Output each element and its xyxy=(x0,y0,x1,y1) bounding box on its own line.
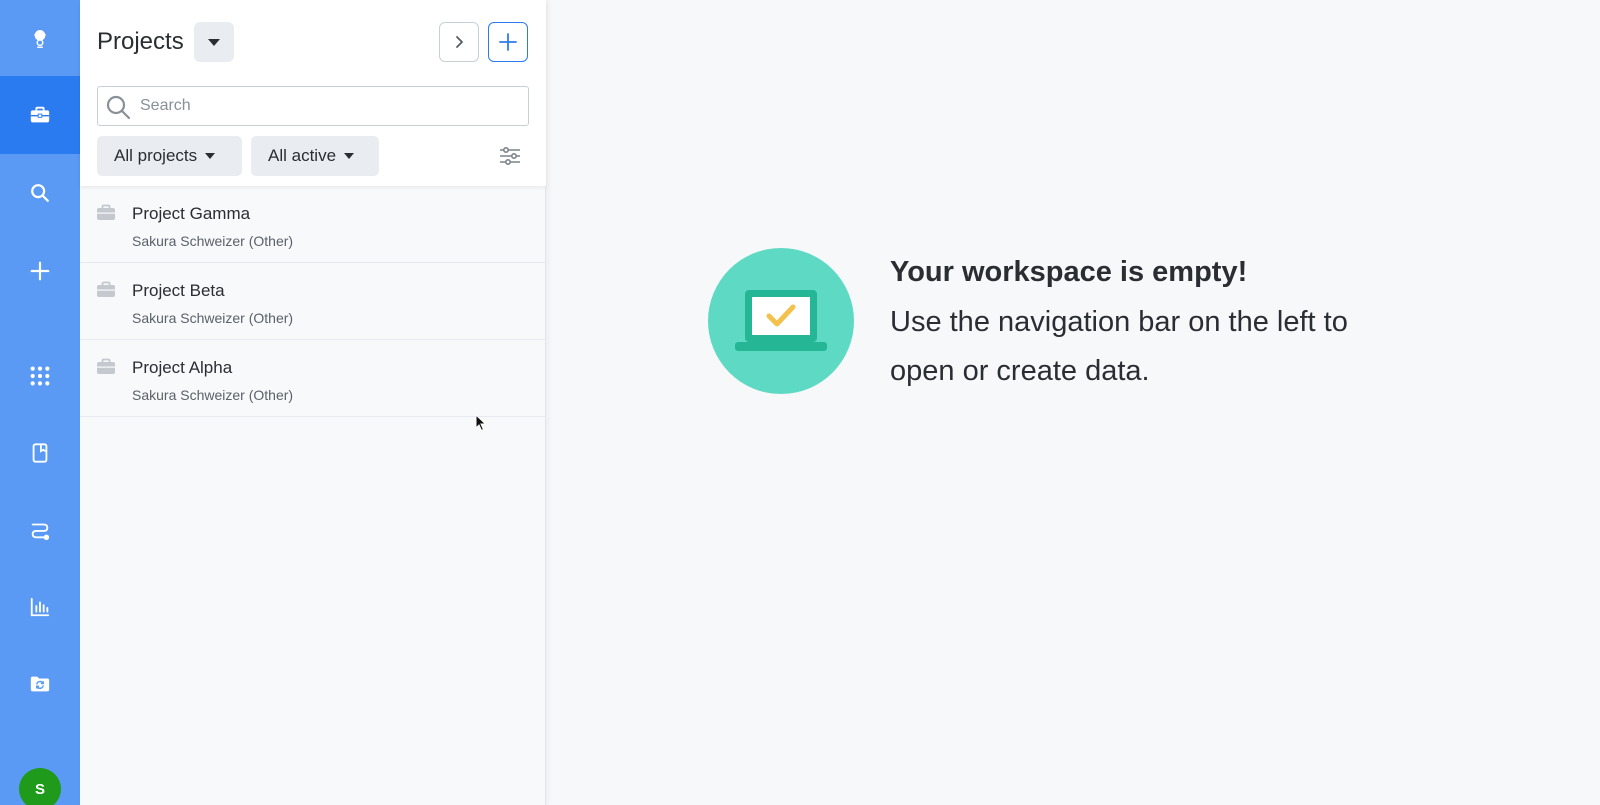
add-project-button[interactable] xyxy=(488,22,528,62)
project-scope-filter[interactable]: All projects xyxy=(97,136,242,176)
search-nav-button[interactable] xyxy=(0,154,80,232)
plus-icon xyxy=(30,261,50,281)
plus-icon xyxy=(499,33,517,51)
empty-state-title: Your workspace is empty! xyxy=(890,256,1248,288)
briefcase-icon xyxy=(97,358,115,374)
notebook-icon xyxy=(32,443,48,463)
laptop-check-icon xyxy=(735,290,827,351)
project-scope-label: All projects xyxy=(114,146,198,165)
expand-panel-button[interactable] xyxy=(439,22,479,62)
caret-down-icon xyxy=(344,153,355,159)
panel-title: Projects xyxy=(97,28,184,55)
briefcase-icon xyxy=(97,281,115,297)
project-status-filter[interactable]: All active xyxy=(251,136,379,176)
project-name: Project Alpha xyxy=(132,358,233,377)
project-list: Project Gamma Sakura Schweizer (Other) P… xyxy=(80,186,546,417)
search-input[interactable] xyxy=(140,87,520,125)
project-owner: Sakura Schweizer (Other) xyxy=(132,310,294,326)
home-logo-button[interactable] xyxy=(0,0,80,78)
user-avatar[interactable]: S xyxy=(19,768,61,805)
project-list-item[interactable]: Project Gamma Sakura Schweizer (Other) xyxy=(80,186,546,263)
left-navigation-rail: S xyxy=(0,0,80,805)
chevron-right-icon xyxy=(456,36,463,48)
caret-down-icon xyxy=(208,38,220,46)
project-owner: Sakura Schweizer (Other) xyxy=(132,233,294,249)
filter-settings-button[interactable] xyxy=(496,142,524,170)
project-status-label: All active xyxy=(268,146,337,165)
projects-panel: Projects All projects All active xyxy=(80,0,546,805)
panel-type-dropdown[interactable] xyxy=(194,22,234,62)
empty-state-message-line-2: open or create data. xyxy=(890,355,1150,387)
sync-folder-nav-button[interactable] xyxy=(0,645,80,723)
notebook-nav-button[interactable] xyxy=(0,414,80,492)
search-icon xyxy=(31,184,49,202)
mouse-pointer-icon xyxy=(475,414,487,432)
project-list-item[interactable]: Project Alpha Sakura Schweizer (Other) xyxy=(80,340,546,417)
apps-nav-button[interactable] xyxy=(0,337,80,415)
sliders-icon xyxy=(500,146,520,166)
briefcase-icon xyxy=(97,204,115,220)
folder-sync-icon xyxy=(30,676,50,692)
panel-header: Projects All projects All active xyxy=(80,0,546,186)
project-list-item[interactable]: Project Beta Sakura Schweizer (Other) xyxy=(80,263,546,340)
workflow-nav-button[interactable] xyxy=(0,491,80,569)
projects-nav-button[interactable] xyxy=(0,76,80,154)
avatar-initial: S xyxy=(34,780,45,798)
create-nav-button[interactable] xyxy=(0,232,80,310)
project-owner: Sakura Schweizer (Other) xyxy=(132,387,294,403)
project-name: Project Gamma xyxy=(132,204,251,223)
apps-grid-icon xyxy=(30,366,50,386)
caret-down-icon xyxy=(205,153,216,159)
reports-nav-button[interactable] xyxy=(0,568,80,646)
briefcase-icon xyxy=(30,106,50,123)
search-box xyxy=(97,86,529,126)
bar-chart-icon xyxy=(30,597,50,617)
workflow-icon xyxy=(31,523,50,541)
empty-state-message-line-1: Use the navigation bar on the left to xyxy=(890,306,1348,338)
empty-illustration xyxy=(708,248,854,394)
project-name: Project Beta xyxy=(132,281,225,300)
mascot-logo-icon xyxy=(33,30,47,48)
search-icon xyxy=(106,95,131,120)
